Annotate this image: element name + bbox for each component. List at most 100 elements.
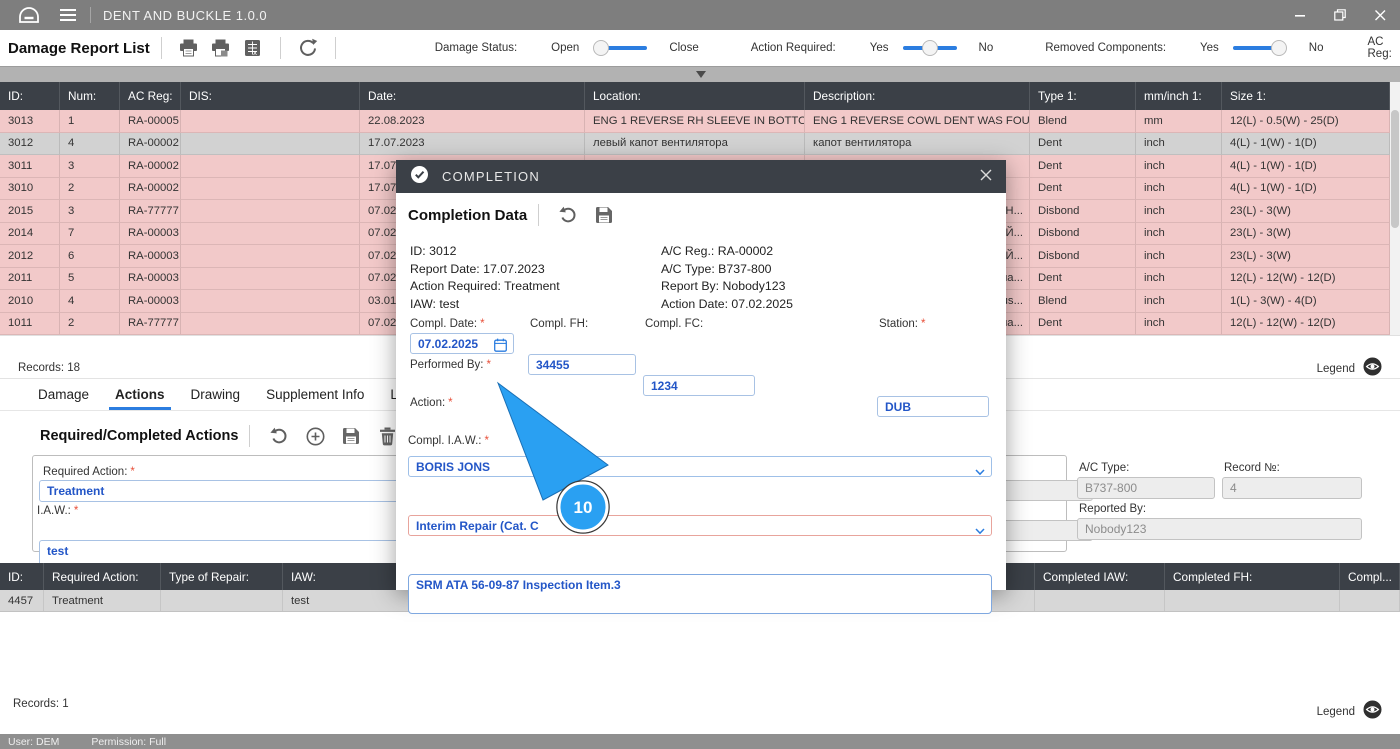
ac-type-field: B737-800 — [1077, 477, 1215, 499]
toggle-knob[interactable] — [921, 40, 938, 56]
compl-fc-input[interactable]: 1234 — [643, 375, 755, 396]
tab-drawing[interactable]: Drawing — [185, 379, 247, 410]
column-header[interactable]: Compl... — [1340, 563, 1400, 590]
filter-action-required: Action Required: Yes No — [751, 40, 994, 56]
table-cell: Treatment — [44, 590, 161, 611]
print-icon[interactable] — [176, 35, 202, 61]
toggle-option-right[interactable]: Close — [669, 42, 698, 54]
column-header[interactable]: Type 1: — [1030, 82, 1136, 110]
table-cell: RA-00002 — [120, 155, 181, 178]
info-line: Report By: Nobody123 — [661, 279, 786, 293]
toggle-option-left[interactable]: Yes — [870, 42, 889, 54]
print-preview-icon[interactable] — [208, 35, 234, 61]
toggle-option-right[interactable]: No — [1309, 42, 1324, 54]
table-cell: 12(L) - 12(W) - 12(D) — [1222, 267, 1390, 290]
menu-icon[interactable] — [60, 9, 76, 21]
column-header[interactable]: Required Action: — [44, 563, 161, 590]
toggle-option-left[interactable]: Yes — [1200, 42, 1219, 54]
restore-icon[interactable] — [1320, 0, 1360, 30]
column-header[interactable]: Completed IAW: — [1035, 563, 1165, 590]
column-header[interactable]: Type of Repair: — [161, 563, 283, 590]
column-header[interactable]: Description: — [805, 82, 1030, 110]
toggle-track — [1232, 46, 1275, 50]
collapse-arrow-icon[interactable] — [696, 71, 706, 78]
splitter-bar[interactable] — [0, 66, 1400, 82]
modal-divider — [538, 204, 540, 226]
column-header[interactable]: Size 1: — [1222, 82, 1390, 110]
table-row[interactable]: 3012 4 RA-00002 17.07.2023 левый капот венти… — [0, 132, 1390, 155]
table-cell: 3011 — [0, 155, 60, 178]
column-header[interactable]: AC Reg: — [120, 82, 181, 110]
record-no-label: Record №: — [1224, 462, 1280, 474]
table-cell: Dent — [1030, 132, 1136, 155]
table-cell: Disbond — [1030, 245, 1136, 268]
table-row[interactable]: 3013 1 RA-00005 22.08.2023 ENG 1 REVERSE RH … — [0, 110, 1390, 133]
eye-icon[interactable] — [1363, 700, 1382, 724]
table-cell: 23(L) - 3(W) — [1222, 222, 1390, 245]
toggle-knob[interactable] — [593, 40, 610, 56]
undo-icon[interactable] — [556, 203, 580, 227]
undo-icon[interactable] — [267, 424, 291, 448]
toggle-damage-status[interactable] — [593, 40, 648, 56]
column-header[interactable]: ID: — [0, 82, 60, 110]
close-icon[interactable] — [1360, 0, 1400, 30]
export-excel-icon[interactable]: x — [240, 35, 266, 61]
tab-damage[interactable]: Damage — [32, 379, 95, 410]
table-cell: 4(L) - 1(W) - 1(D) — [1222, 177, 1390, 200]
table-cell — [181, 290, 360, 313]
compl-date-input[interactable]: 07.02.2025 — [410, 333, 514, 354]
column-header[interactable]: Location: — [585, 82, 805, 110]
iaw-label: I.A.W.: * — [37, 505, 79, 517]
table-cell: inch — [1136, 245, 1222, 268]
status-bar: User: DEM Permission: Full — [0, 734, 1400, 749]
table-cell — [181, 222, 360, 245]
damage-table-header: ID: Num: AC Reg: DIS: Date: Location: Descript… — [0, 82, 1390, 110]
table-cell: ENG 1 REVERSE COWL DENT WAS FOUND — [805, 110, 1030, 133]
column-header[interactable]: Num: — [60, 82, 120, 110]
compl-fc-label: Compl. FC: — [645, 318, 704, 330]
records-count: Records: 18 — [18, 362, 81, 374]
status-user: User: DEM — [8, 735, 60, 748]
modal-body: Completion Data ID: 3012 Report Date: 17.… — [396, 193, 1006, 614]
column-header[interactable]: mm/inch 1: — [1136, 82, 1222, 110]
compl-iaw-textarea[interactable]: SRM ATA 56-09-87 Inspection Item.3 — [408, 574, 992, 614]
table-cell: RA-00003 — [120, 222, 181, 245]
save-icon[interactable] — [339, 424, 363, 448]
vertical-scrollbar[interactable] — [1390, 82, 1400, 335]
column-header[interactable]: Completed FH: — [1165, 563, 1340, 590]
save-icon[interactable] — [592, 203, 616, 227]
action-select[interactable]: Interim Repair (Cat. C — [408, 515, 992, 536]
calendar-icon[interactable] — [494, 338, 507, 355]
performed-by-select[interactable]: BORIS JONS — [408, 456, 992, 477]
reported-by-field: Nobody123 — [1077, 518, 1362, 540]
toggle-option-right[interactable]: No — [979, 42, 994, 54]
tab-actions[interactable]: Actions — [109, 379, 171, 410]
table-cell — [181, 177, 360, 200]
toolbar-divider — [334, 37, 336, 59]
column-header[interactable]: DIS: — [181, 82, 360, 110]
table-cell: RA-00003 — [120, 245, 181, 268]
compl-fh-input[interactable]: 34455 — [528, 354, 636, 375]
minimize-icon[interactable] — [1280, 0, 1320, 30]
add-icon[interactable] — [303, 424, 327, 448]
toggle-action-required[interactable] — [902, 40, 957, 56]
modal-heading: Completion Data — [408, 206, 528, 224]
column-header[interactable]: Date: — [360, 82, 585, 110]
modal-close-icon[interactable] — [980, 168, 992, 186]
action-label: Action: * — [410, 397, 453, 409]
status-permission: Permission: Full — [91, 735, 167, 748]
toggle-knob[interactable] — [1270, 40, 1287, 56]
station-label: Station: * — [879, 318, 926, 330]
table-cell: 2015 — [0, 200, 60, 223]
toggle-removed-components[interactable] — [1232, 40, 1287, 56]
table-cell: 1011 — [0, 312, 60, 335]
station-input[interactable]: DUB — [877, 396, 989, 417]
table-cell — [181, 200, 360, 223]
tab-supplement-info[interactable]: Supplement Info — [260, 379, 370, 410]
refresh-icon[interactable] — [295, 35, 321, 61]
table-cell: RA-77777 — [120, 312, 181, 335]
svg-text:x: x — [253, 49, 257, 57]
scrollbar-thumb[interactable] — [1391, 110, 1399, 228]
toggle-option-left[interactable]: Open — [551, 42, 579, 54]
column-header[interactable]: ID: — [0, 563, 44, 590]
